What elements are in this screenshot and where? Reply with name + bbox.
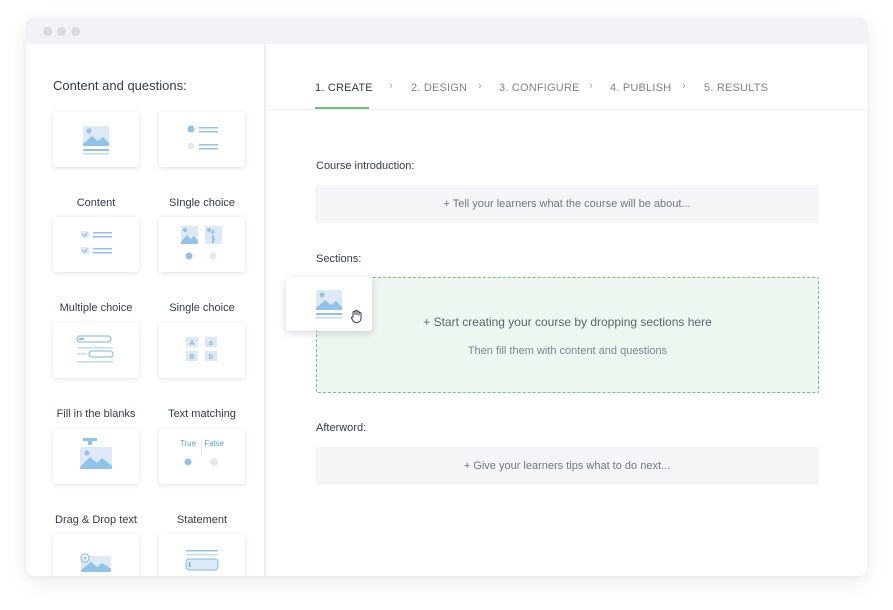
grab-hand-icon — [351, 310, 362, 324]
tile-multiple-choice[interactable] — [53, 217, 139, 272]
matching-letter: a — [209, 340, 213, 347]
step-create[interactable]: 1. CREATE — [315, 82, 373, 94]
afterword-label: Afterword: — [316, 422, 367, 434]
statement-icon: True False — [180, 439, 224, 466]
fill-blanks-icon — [76, 335, 114, 363]
dropzone-subtitle: Then fill them with content and question… — [467, 345, 668, 357]
tile-hotspot[interactable] — [53, 534, 139, 576]
tile-label: Fill in the blanks — [56, 408, 136, 420]
step-publish[interactable]: 4. PUBLISH — [610, 82, 671, 94]
image-content-icon — [83, 126, 109, 155]
tile-drag-drop[interactable] — [53, 429, 139, 484]
tile-label: Statement — [176, 514, 228, 526]
wizard-steps: 1. CREATE › 2. DESIGN › 3. CONFIGURE › 4… — [268, 44, 867, 110]
intro-label: Course introduction: — [316, 160, 415, 172]
tile-label: Content — [76, 197, 116, 209]
active-step-indicator — [315, 107, 369, 109]
matching-letter: A — [190, 340, 195, 347]
drag-drop-icon — [80, 438, 112, 469]
tile-image-single-choice[interactable] — [159, 217, 245, 272]
matching-letter: b — [209, 354, 213, 361]
afterword-input[interactable]: + Give your learners tips what to do nex… — [315, 447, 819, 485]
tile-open-question[interactable] — [159, 534, 245, 576]
tile-label: Single choice — [169, 302, 235, 314]
step-results[interactable]: 5. RESULTS — [704, 82, 768, 94]
sections-label: Sections: — [316, 253, 362, 265]
tile-text-matching[interactable]: A a B b — [159, 323, 245, 378]
image-single-choice-icon — [181, 226, 222, 260]
intro-input[interactable]: + Tell your learners what the course wil… — [315, 185, 819, 223]
app-window: Content and questions: Content SIngle ch… — [26, 18, 867, 576]
sidebar-title: Content and questions: — [53, 78, 187, 93]
tile-content[interactable] — [53, 112, 139, 167]
tile-statement[interactable]: True False — [159, 429, 245, 484]
statement-true-label: True — [180, 439, 197, 448]
dragged-content-tile[interactable] — [286, 277, 372, 331]
chevron-right-icon: › — [589, 80, 593, 92]
chevron-right-icon: › — [478, 80, 482, 92]
dropzone-title: + Start creating your course by dropping… — [423, 315, 712, 329]
single-choice-icon — [187, 125, 218, 150]
tile-single-choice[interactable] — [159, 112, 245, 167]
tile-label: Multiple choice — [59, 302, 133, 314]
hotspot-icon — [80, 553, 111, 572]
tile-label: SIngle choice — [168, 197, 236, 209]
matching-letter: B — [190, 354, 195, 361]
multiple-choice-icon — [81, 231, 112, 254]
step-configure[interactable]: 3. CONFIGURE — [499, 82, 580, 94]
text-matching-icon: A a B b — [186, 337, 217, 361]
statement-false-label: False — [204, 439, 224, 448]
tile-label: Text matching — [168, 408, 236, 420]
title-bar — [26, 18, 867, 44]
tile-label: Drag & Drop text — [55, 514, 137, 526]
window-dot-icon — [57, 27, 66, 36]
tile-fill-blanks[interactable] — [53, 323, 139, 378]
chevron-right-icon: › — [389, 80, 393, 92]
open-question-icon — [185, 550, 219, 571]
window-dot-icon — [71, 27, 80, 36]
window-dot-icon — [43, 27, 52, 36]
step-design[interactable]: 2. DESIGN — [411, 82, 467, 94]
content-sidebar: Content and questions: Content SIngle ch… — [26, 44, 266, 576]
sections-dropzone[interactable]: + Start creating your course by dropping… — [316, 277, 819, 393]
chevron-right-icon: › — [682, 80, 686, 92]
